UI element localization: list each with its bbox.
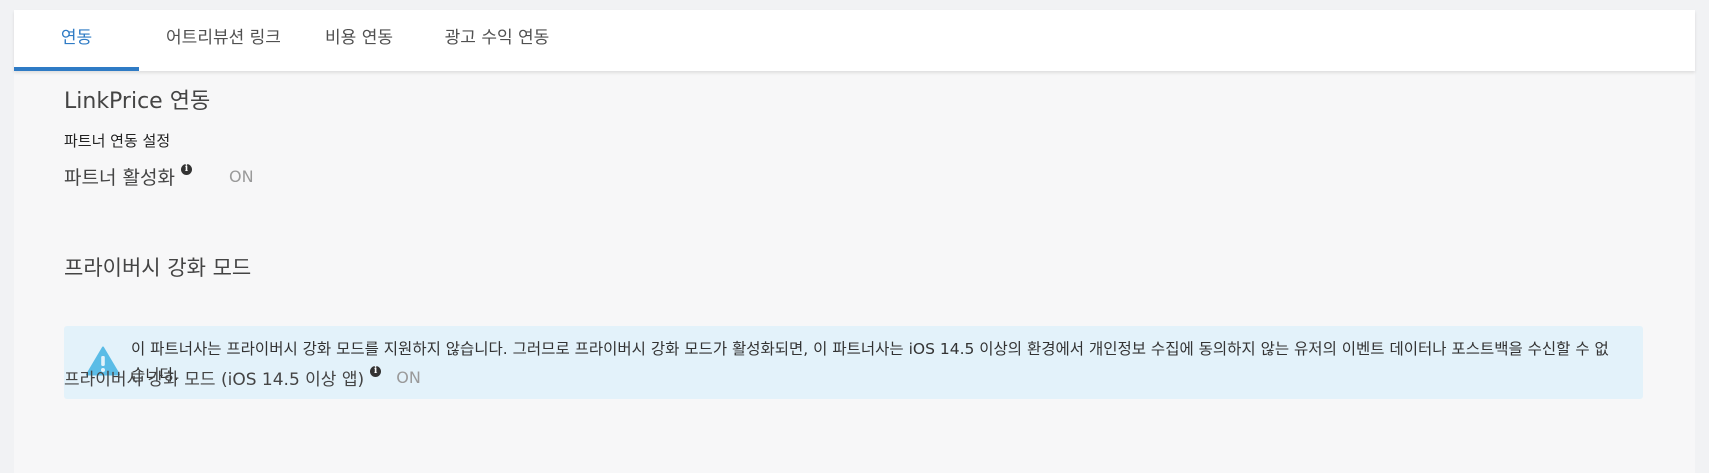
tab-bar: 연동 어트리뷰션 링크 비용 연동 광고 수익 연동 [14,10,1695,71]
privacy-mode-label: 프라이버시 강화 모드 (iOS 14.5 이상 앱) [64,370,365,390]
tab-ad-revenue-integration-label: 광고 수익 연동 [444,28,550,48]
privacy-mode-value: ON [396,368,421,387]
privacy-mode-row: 프라이버시 강화 모드 (iOS 14.5 이상 앱) i ON [64,365,421,390]
tab-integration[interactable]: 연동 [14,10,139,71]
tab-cost-integration[interactable]: 비용 연동 [307,10,411,71]
tab-cost-integration-label: 비용 연동 [325,28,393,48]
integration-card: 연동 어트리뷰션 링크 비용 연동 광고 수익 연동 LinkPrice 연동 … [14,10,1695,473]
privacy-mode-title: 프라이버시 강화 모드 [64,256,252,280]
info-icon[interactable]: i [370,366,382,377]
integration-subtitle: 파트너 연동 설정 [64,132,171,150]
partner-activation-label: 파트너 활성화 [64,167,175,189]
tab-attribution-link[interactable]: 어트리뷰션 링크 [140,10,307,71]
integration-title: LinkPrice 연동 [64,89,211,114]
tab-integration-label: 연동 [60,28,93,48]
tab-ad-revenue-integration[interactable]: 광고 수익 연동 [411,10,583,71]
tab-content: LinkPrice 연동 파트너 연동 설정 파트너 활성화 i ON 프라이버시… [14,71,1695,473]
partner-activation-row: 파트너 활성화 i ON [64,163,254,190]
tab-attribution-link-label: 어트리뷰션 링크 [166,28,281,48]
active-tab-indicator [14,67,139,71]
partner-activation-value: ON [229,167,254,186]
info-icon[interactable]: i [180,164,192,175]
